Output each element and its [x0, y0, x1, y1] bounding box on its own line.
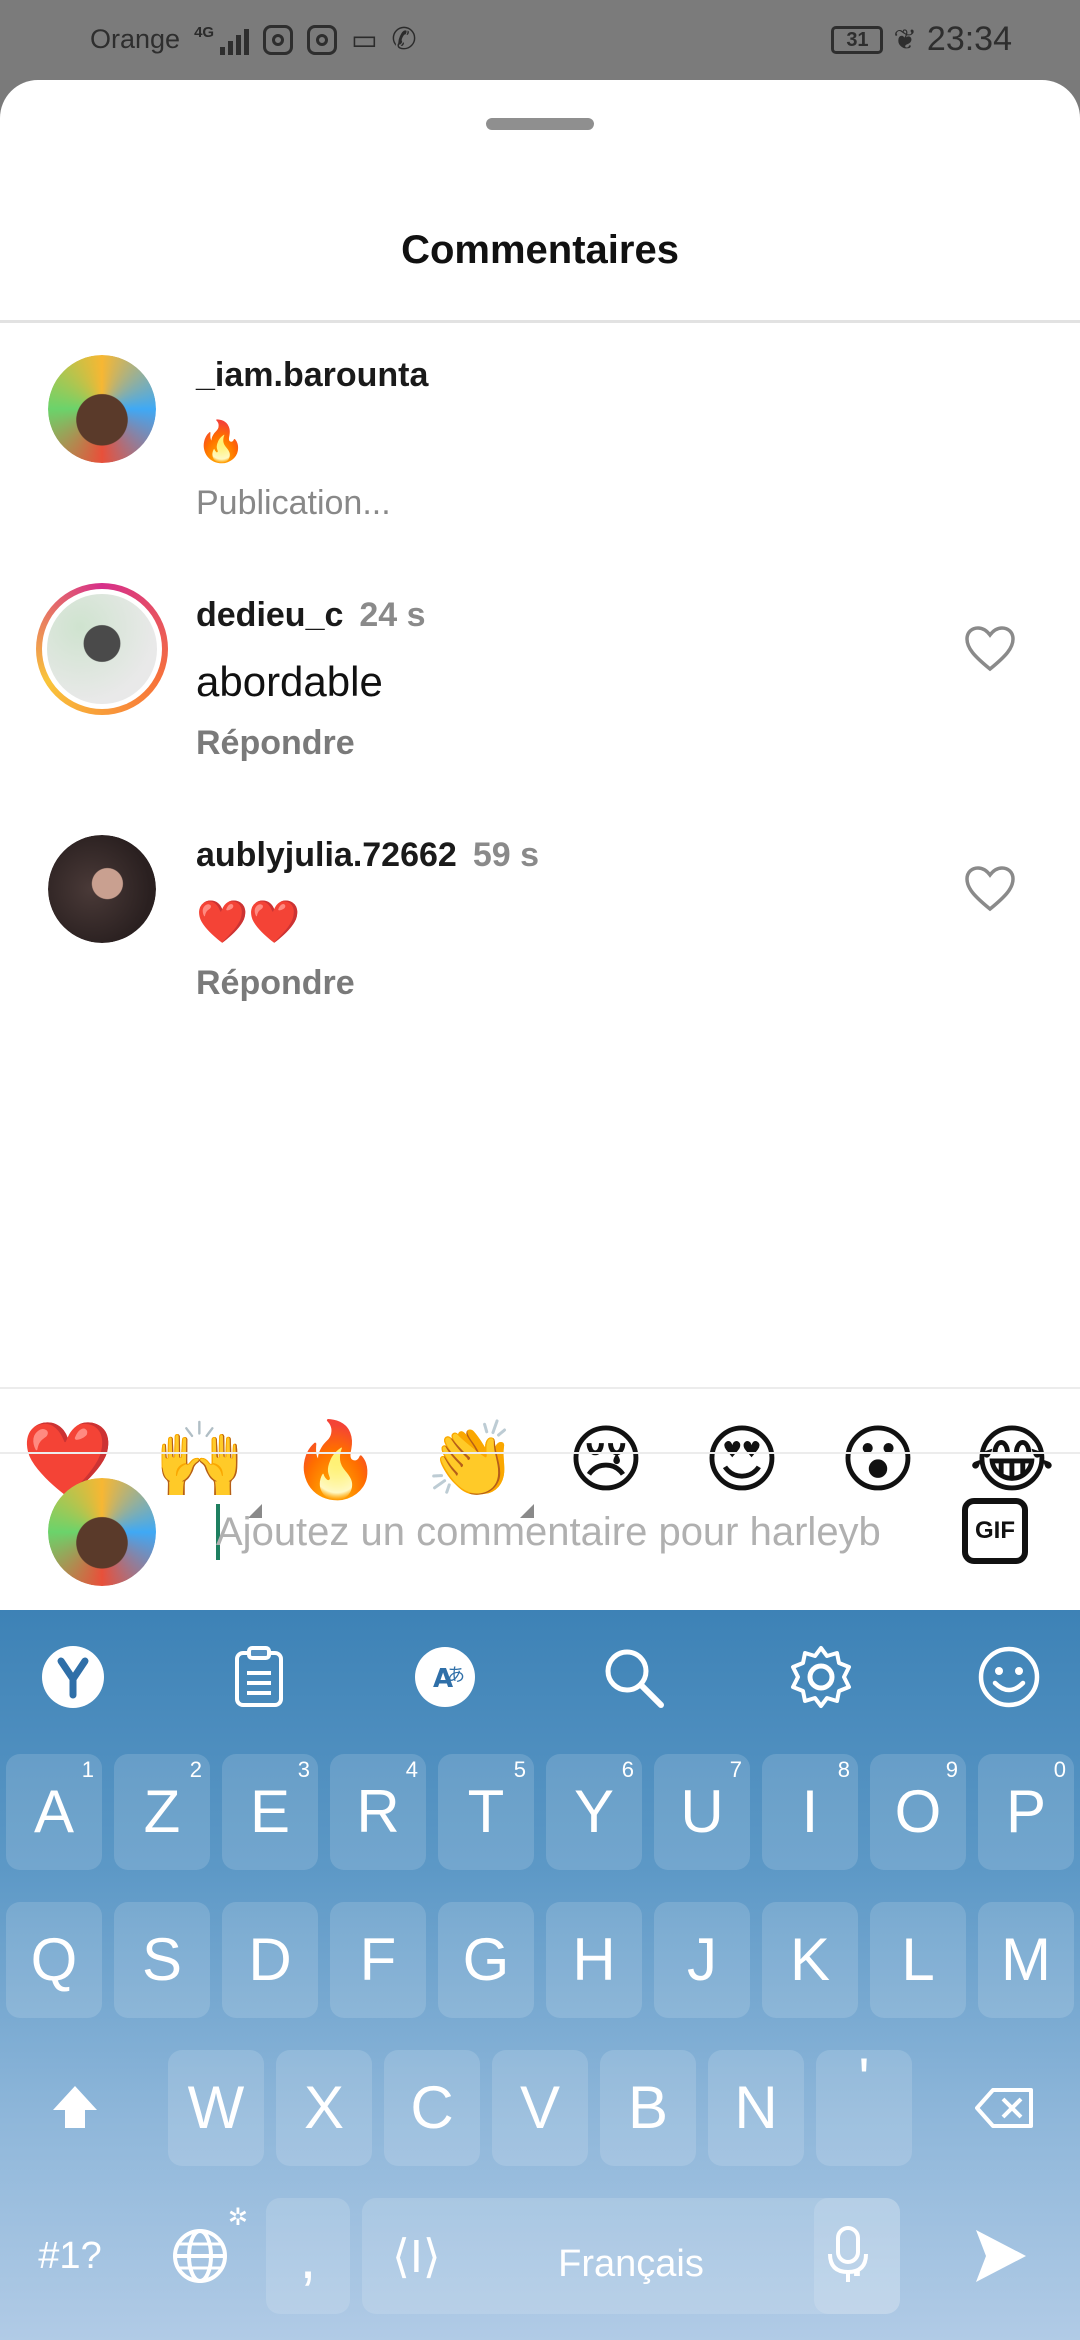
instagram-notification-icon — [263, 24, 294, 55]
soft-keyboard: Aあ A1 Z2 E3 R4 T5 Y6 U7 I8 O9 P0 Q S D F… — [0, 1610, 1080, 2340]
key-z[interactable]: Z2 — [114, 1754, 210, 1870]
key-p[interactable]: P0 — [978, 1754, 1074, 1870]
key-q[interactable]: Q — [6, 1902, 102, 2018]
space-language-label: Français — [558, 2243, 704, 2285]
globe-icon[interactable]: ✲ — [150, 2198, 250, 2314]
key-f[interactable]: F — [330, 1902, 426, 2018]
svg-text:あ: あ — [447, 1665, 465, 1686]
network-type: 4G — [194, 24, 215, 41]
comment-input[interactable] — [216, 1502, 926, 1562]
key-v[interactable]: V — [492, 2050, 588, 2166]
comment-username[interactable]: _iam.barounta — [196, 355, 428, 395]
key-apostrophe[interactable]: ' — [816, 2050, 912, 2166]
instagram-notification-icon — [307, 24, 338, 55]
key-y[interactable]: Y6 — [546, 1754, 642, 1870]
key-i[interactable]: I8 — [762, 1754, 858, 1870]
cursor-move-icon: ⟨I⟩ — [392, 2230, 441, 2282]
key-h[interactable]: H — [546, 1902, 642, 2018]
status-bar: Orange 4G ▭ ✆ 31 ❦ 23:34 — [0, 0, 1080, 80]
comments-sheet: Commentaires _iam.barounta 🔥 Publication… — [0, 80, 1080, 1610]
key-d[interactable]: D — [222, 1902, 318, 2018]
key-b[interactable]: B — [600, 2050, 696, 2166]
comment-text: 🔥 — [196, 420, 246, 464]
y-logo-icon[interactable] — [38, 1642, 108, 1712]
header-divider — [0, 320, 1080, 323]
like-heart-icon[interactable] — [964, 865, 1016, 913]
key-k[interactable]: K — [762, 1902, 858, 2018]
gif-button[interactable]: GIF — [962, 1498, 1028, 1564]
settings-icon[interactable] — [786, 1642, 856, 1712]
search-icon[interactable] — [598, 1642, 668, 1712]
keyboard-toolbar: Aあ — [0, 1610, 1080, 1750]
whatsapp-notification-icon: ✆ — [391, 23, 417, 56]
key-j[interactable]: J — [654, 1902, 750, 2018]
key-o[interactable]: O9 — [870, 1754, 966, 1870]
comment-header: dedieu_c 24 s — [196, 595, 426, 635]
key-a[interactable]: A1 — [6, 1754, 102, 1870]
key-period[interactable]: . — [814, 2198, 900, 2314]
key-g[interactable]: G — [438, 1902, 534, 2018]
comment-header: aublyjulia.72662 59 s — [196, 835, 539, 875]
clipboard-icon[interactable] — [224, 1642, 294, 1712]
avatar[interactable] — [48, 835, 156, 943]
key-w[interactable]: W — [168, 2050, 264, 2166]
clock: 23:34 — [926, 20, 1012, 58]
symbols-key[interactable]: #1? — [10, 2198, 130, 2314]
backspace-key[interactable] — [950, 2050, 1060, 2166]
leaf-icon: ❦ — [893, 24, 917, 55]
like-heart-icon[interactable] — [964, 625, 1016, 673]
message-notification-icon: ▭ — [351, 24, 378, 55]
send-key[interactable] — [940, 2198, 1060, 2314]
my-avatar — [48, 1478, 156, 1586]
key-s[interactable]: S — [114, 1902, 210, 2018]
avatar-story-ring[interactable] — [36, 583, 168, 715]
emoji-icon[interactable] — [974, 1642, 1044, 1712]
comment-text: ❤️❤️ — [196, 898, 301, 945]
key-e[interactable]: E3 — [222, 1754, 318, 1870]
key-c[interactable]: C — [384, 2050, 480, 2166]
battery-icon: 31 — [831, 25, 884, 54]
carrier-name: Orange — [90, 24, 181, 54]
key-t[interactable]: T5 — [438, 1754, 534, 1870]
comment-username[interactable]: aublyjulia.72662 — [196, 836, 457, 874]
shift-key[interactable] — [20, 2050, 130, 2166]
emoji-bar-divider — [0, 1387, 1080, 1389]
comment-item: _iam.barounta 🔥 Publication... — [0, 355, 1080, 555]
comment-item: aublyjulia.72662 59 s ❤️❤️ Répondre — [0, 835, 1080, 1035]
translate-icon[interactable]: Aあ — [410, 1642, 480, 1712]
key-x[interactable]: X — [276, 2050, 372, 2166]
key-n[interactable]: N — [708, 2050, 804, 2166]
sheet-title: Commentaires — [401, 228, 679, 272]
comment-time: 59 s — [472, 836, 539, 874]
key-r[interactable]: R4 — [330, 1754, 426, 1870]
key-u[interactable]: U7 — [654, 1754, 750, 1870]
comment-text: abordable — [196, 658, 383, 705]
comment-username[interactable]: dedieu_c — [196, 596, 343, 634]
drag-handle[interactable] — [486, 118, 594, 130]
comment-item: dedieu_c 24 s abordable Répondre — [0, 583, 1080, 795]
gear-icon: ✲ — [227, 2204, 248, 2231]
comment-time: 24 s — [359, 596, 426, 634]
key-comma[interactable]: , — [266, 2198, 350, 2314]
status-right: 31 ❦ 23:34 — [831, 20, 1012, 59]
comment-composer: GIF — [0, 1454, 1080, 1610]
signal-icon — [220, 25, 250, 55]
avatar[interactable] — [48, 355, 156, 463]
reply-button[interactable]: Répondre — [196, 723, 355, 763]
reply-button[interactable]: Répondre — [196, 963, 355, 1003]
key-l[interactable]: L — [870, 1902, 966, 2018]
status-left: Orange 4G ▭ ✆ — [90, 22, 417, 57]
comment-posting-status: Publication... — [196, 484, 391, 522]
key-m[interactable]: M — [978, 1902, 1074, 2018]
